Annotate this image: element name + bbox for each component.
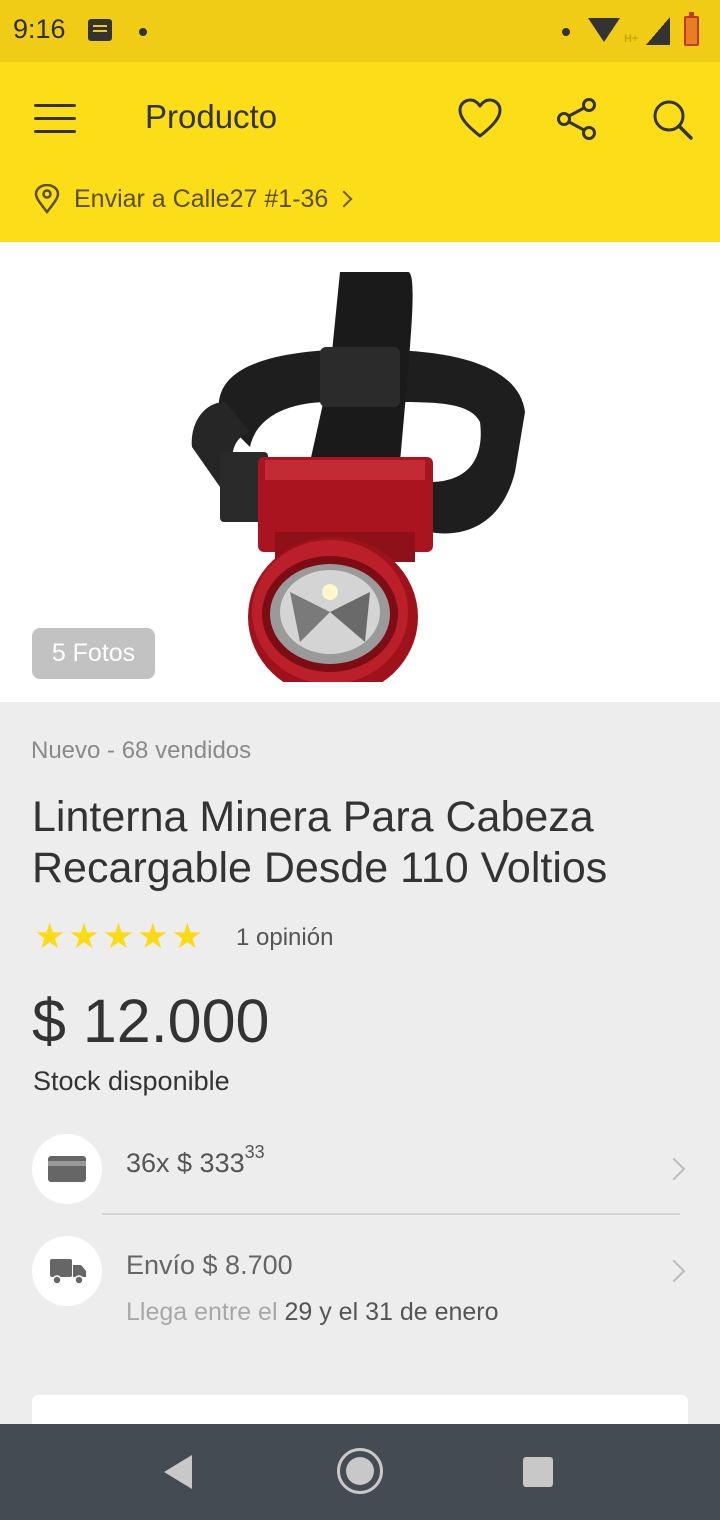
system-nav-bar [0,1424,720,1520]
truck-icon [50,1259,86,1285]
installments-label: 36x $ 33333 [126,1142,265,1178]
signal-icon [646,17,670,45]
status-time: 9:16 [13,14,66,44]
page-title: Producto [145,98,278,135]
star-icon: ★ [102,917,135,956]
rating-stars[interactable]: ★ ★ ★ ★ ★ [34,918,203,956]
battery-icon [684,12,699,46]
heart-icon[interactable] [457,96,503,142]
reviews-count[interactable]: 1 opinión [236,924,333,952]
truck-icon-circle [32,1236,102,1306]
share-icon[interactable] [554,96,600,142]
credit-card-icon [48,1156,86,1182]
recent-apps-icon[interactable] [523,1457,553,1487]
star-icon: ★ [68,917,100,956]
shipping-cost: Envío $ 8.700 [126,1250,293,1280]
dot-icon [562,28,570,36]
photos-count-badge[interactable]: 5 Fotos [32,628,155,679]
ship-to-label: Enviar a Calle27 #1-36 [74,184,329,213]
credit-card-icon-circle [32,1134,102,1204]
home-icon[interactable] [337,1448,383,1494]
star-icon: ★ [34,917,66,956]
notes-icon [88,19,112,41]
hamburger-menu-icon[interactable] [34,102,78,134]
search-icon[interactable] [649,96,695,142]
divider [102,1213,680,1215]
product-title: Linterna Minera Para Cabeza Recargable D… [32,793,608,892]
chevron-right-icon [662,1157,686,1181]
wifi-icon [588,18,620,42]
dot-icon [139,28,147,36]
star-icon: ★ [171,917,203,956]
star-icon: ★ [137,917,169,956]
network-type: H+ [624,33,639,45]
status-bar: 9:16 H+ [0,0,720,62]
chevron-right-icon [662,1259,686,1283]
product-image [191,272,525,682]
back-icon[interactable] [164,1455,192,1489]
ship-to-address[interactable]: Enviar a Calle27 #1-36 [34,182,353,216]
arrival-estimate: Llega entre el 29 y el 31 de enero [126,1298,499,1326]
condition-sold-count: Nuevo - 68 vendidos [31,737,252,764]
app-header: Producto Enviar a Calle27 #1-36 [0,62,720,242]
location-pin-icon [34,184,60,214]
chevron-right-icon [335,190,353,208]
product-image-gallery[interactable]: 5 Fotos [0,242,720,702]
stock-status: Stock disponible [33,1066,230,1096]
product-price: $ 12.000 [32,987,270,1055]
